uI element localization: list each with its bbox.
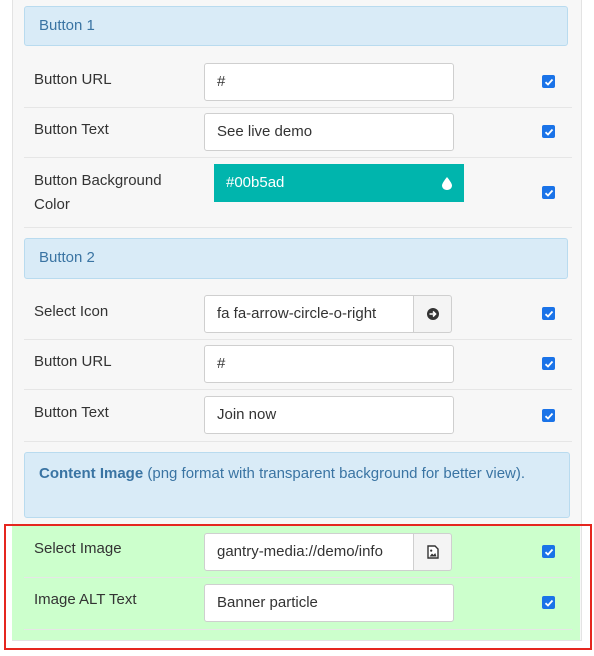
button1-bg-label-line2: Color — [34, 196, 70, 213]
highlight-border — [4, 524, 592, 650]
button2-icon-checkbox[interactable] — [542, 307, 555, 320]
button1-text-checkbox[interactable] — [542, 125, 555, 138]
button2-url-label: Button URL — [34, 353, 112, 370]
button1-bg-checkbox[interactable] — [542, 186, 555, 199]
button1-text-row: Button Text See live demo — [24, 108, 572, 158]
button1-url-label: Button URL — [34, 71, 112, 88]
button1-section-header: Button 1 — [24, 6, 568, 46]
button1-text-label: Button Text — [34, 121, 109, 138]
checkmark-icon — [544, 128, 553, 136]
water-drop-icon[interactable] — [442, 177, 452, 190]
button1-bg-row: Button Background Color #00b5ad — [24, 158, 572, 228]
content-image-title: Content Image — [39, 465, 144, 482]
button1-header-label: Button 1 — [39, 17, 95, 34]
content-image-info: Content Image (png format with transpare… — [24, 452, 570, 518]
checkmark-icon — [544, 310, 553, 318]
checkmark-icon — [544, 78, 553, 86]
button2-icon-label: Select Icon — [34, 303, 109, 320]
checkmark-icon — [544, 360, 553, 368]
button2-icon-row: Select Icon fa fa-arrow-circle-o-right — [24, 289, 572, 340]
button2-text-label: Button Text — [34, 404, 109, 421]
arrow-circle-right-icon — [426, 308, 439, 320]
button2-header-label: Button 2 — [39, 249, 95, 266]
checkmark-icon — [544, 189, 553, 197]
button1-bg-color-input[interactable]: #00b5ad — [214, 164, 464, 202]
button1-url-input[interactable]: # — [204, 63, 454, 101]
checkmark-icon — [544, 412, 553, 420]
button2-url-row: Button URL # — [24, 340, 572, 390]
icon-picker-button[interactable] — [414, 295, 452, 333]
button1-url-row: Button URL # — [24, 57, 572, 108]
button1-text-input[interactable]: See live demo — [204, 113, 454, 151]
button2-icon-input[interactable]: fa fa-arrow-circle-o-right — [204, 295, 414, 333]
button2-text-checkbox[interactable] — [542, 409, 555, 422]
button2-section-header: Button 2 — [24, 238, 568, 279]
button1-url-checkbox[interactable] — [542, 75, 555, 88]
button2-url-input[interactable]: # — [204, 345, 454, 383]
button2-text-input[interactable]: Join now — [204, 396, 454, 434]
button2-url-checkbox[interactable] — [542, 357, 555, 370]
button1-bg-color-value: #00b5ad — [226, 174, 285, 191]
button2-text-row: Button Text Join now — [24, 390, 572, 442]
content-image-description: (png format with transparent background … — [147, 465, 526, 482]
button1-bg-label-line1: Button Background — [34, 172, 162, 189]
